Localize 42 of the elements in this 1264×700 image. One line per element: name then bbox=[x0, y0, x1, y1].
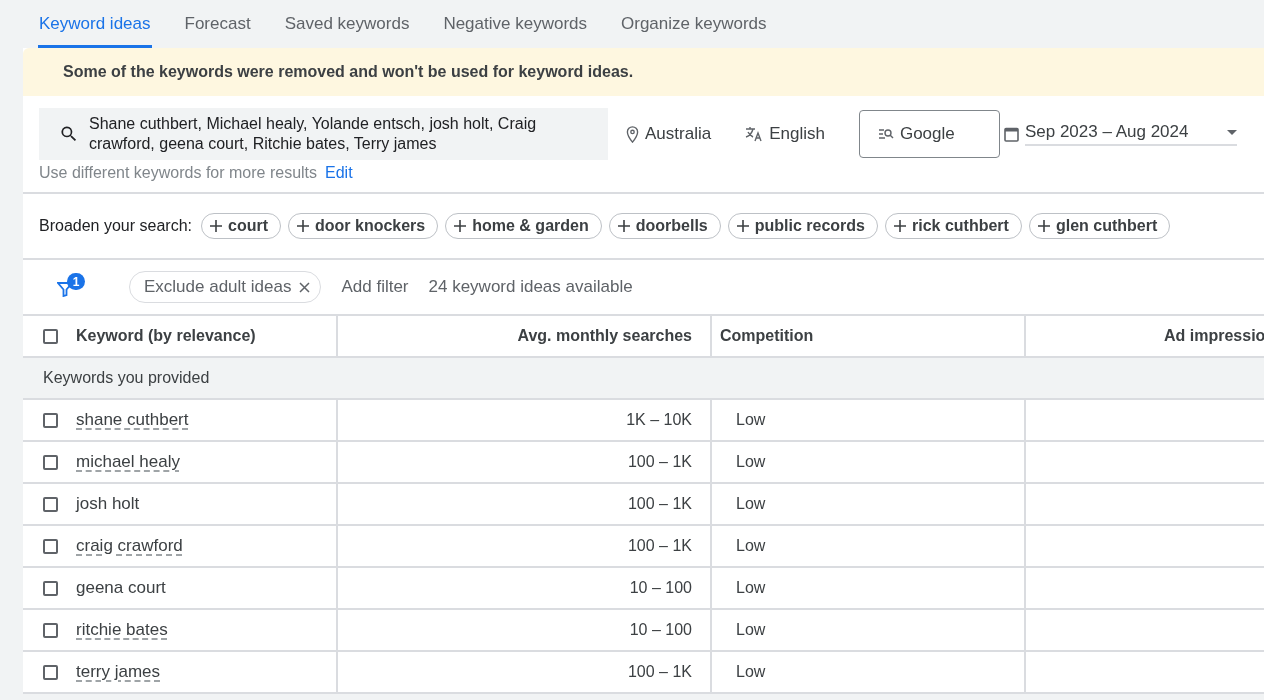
warning-banner: Some of the keywords were removed and won't be used for keyword ideas. bbox=[23, 48, 1264, 96]
keyword-cell: ritchie bates bbox=[76, 620, 168, 640]
location-selector[interactable]: Australia bbox=[626, 124, 712, 144]
column-header[interactable]: Competition bbox=[720, 327, 814, 345]
competition-cell: Low bbox=[736, 663, 766, 681]
competition-cell: Low bbox=[736, 621, 766, 639]
competition-cell: Low bbox=[736, 579, 766, 597]
keyword-cell: geena court bbox=[76, 578, 166, 598]
column-header[interactable]: Keyword (by relevance) bbox=[76, 327, 256, 345]
broaden-label: Broaden your search: bbox=[39, 217, 192, 235]
searches-cell: 10 – 100 bbox=[629, 621, 692, 639]
tab[interactable]: Forecast bbox=[183, 0, 252, 48]
searches-cell: 100 – 1K bbox=[627, 453, 692, 471]
search-field[interactable]: Shane cuthbert, Michael healy, Yolande entsch, josh holt, Craig crawford, geena court, Ritchie bates, Terry james bbox=[39, 108, 608, 160]
group-header: Keywords you provided bbox=[42, 368, 211, 388]
tab[interactable]: Organize keywords bbox=[620, 0, 768, 48]
searches-cell: 10 – 100 bbox=[629, 579, 692, 597]
keyword-cell: craig crawford bbox=[76, 536, 183, 556]
filter-count-badge: 1 bbox=[67, 273, 85, 290]
add-filter-button[interactable]: Add filter bbox=[341, 277, 409, 297]
keyword-cell: shane cuthbert bbox=[76, 410, 189, 430]
tab[interactable]: Saved keywords bbox=[283, 0, 411, 48]
competition-cell: Low bbox=[736, 453, 766, 471]
network-selector[interactable]: Google bbox=[858, 110, 1000, 158]
searches-cell: 1K – 10K bbox=[626, 411, 692, 429]
searches-cell: 100 – 1K bbox=[627, 663, 692, 681]
competition-cell: Low bbox=[736, 495, 766, 513]
date-range-selector[interactable]: Sep 2023 – Aug 2024 bbox=[1024, 122, 1237, 146]
column-header[interactable]: Avg. monthly searches bbox=[517, 327, 692, 345]
tab[interactable]: Negative keywords bbox=[442, 0, 588, 48]
keyword-hint: Use different keywords for more results bbox=[39, 164, 318, 183]
competition-cell: Low bbox=[736, 537, 766, 555]
keyword-cell: josh holt bbox=[76, 494, 140, 514]
competition-cell: Low bbox=[736, 411, 766, 429]
language-selector[interactable]: English bbox=[745, 124, 825, 144]
searches-cell: 100 – 1K bbox=[627, 537, 692, 555]
searches-cell: 100 – 1K bbox=[627, 495, 692, 513]
keyword-cell: terry james bbox=[76, 662, 161, 682]
keyword-cell: michael healy bbox=[76, 452, 180, 472]
column-header[interactable]: Ad impressio bbox=[1164, 327, 1264, 345]
results-count: 24 keyword ideas available bbox=[428, 277, 633, 297]
edit-link[interactable]: Edit bbox=[325, 164, 353, 188]
